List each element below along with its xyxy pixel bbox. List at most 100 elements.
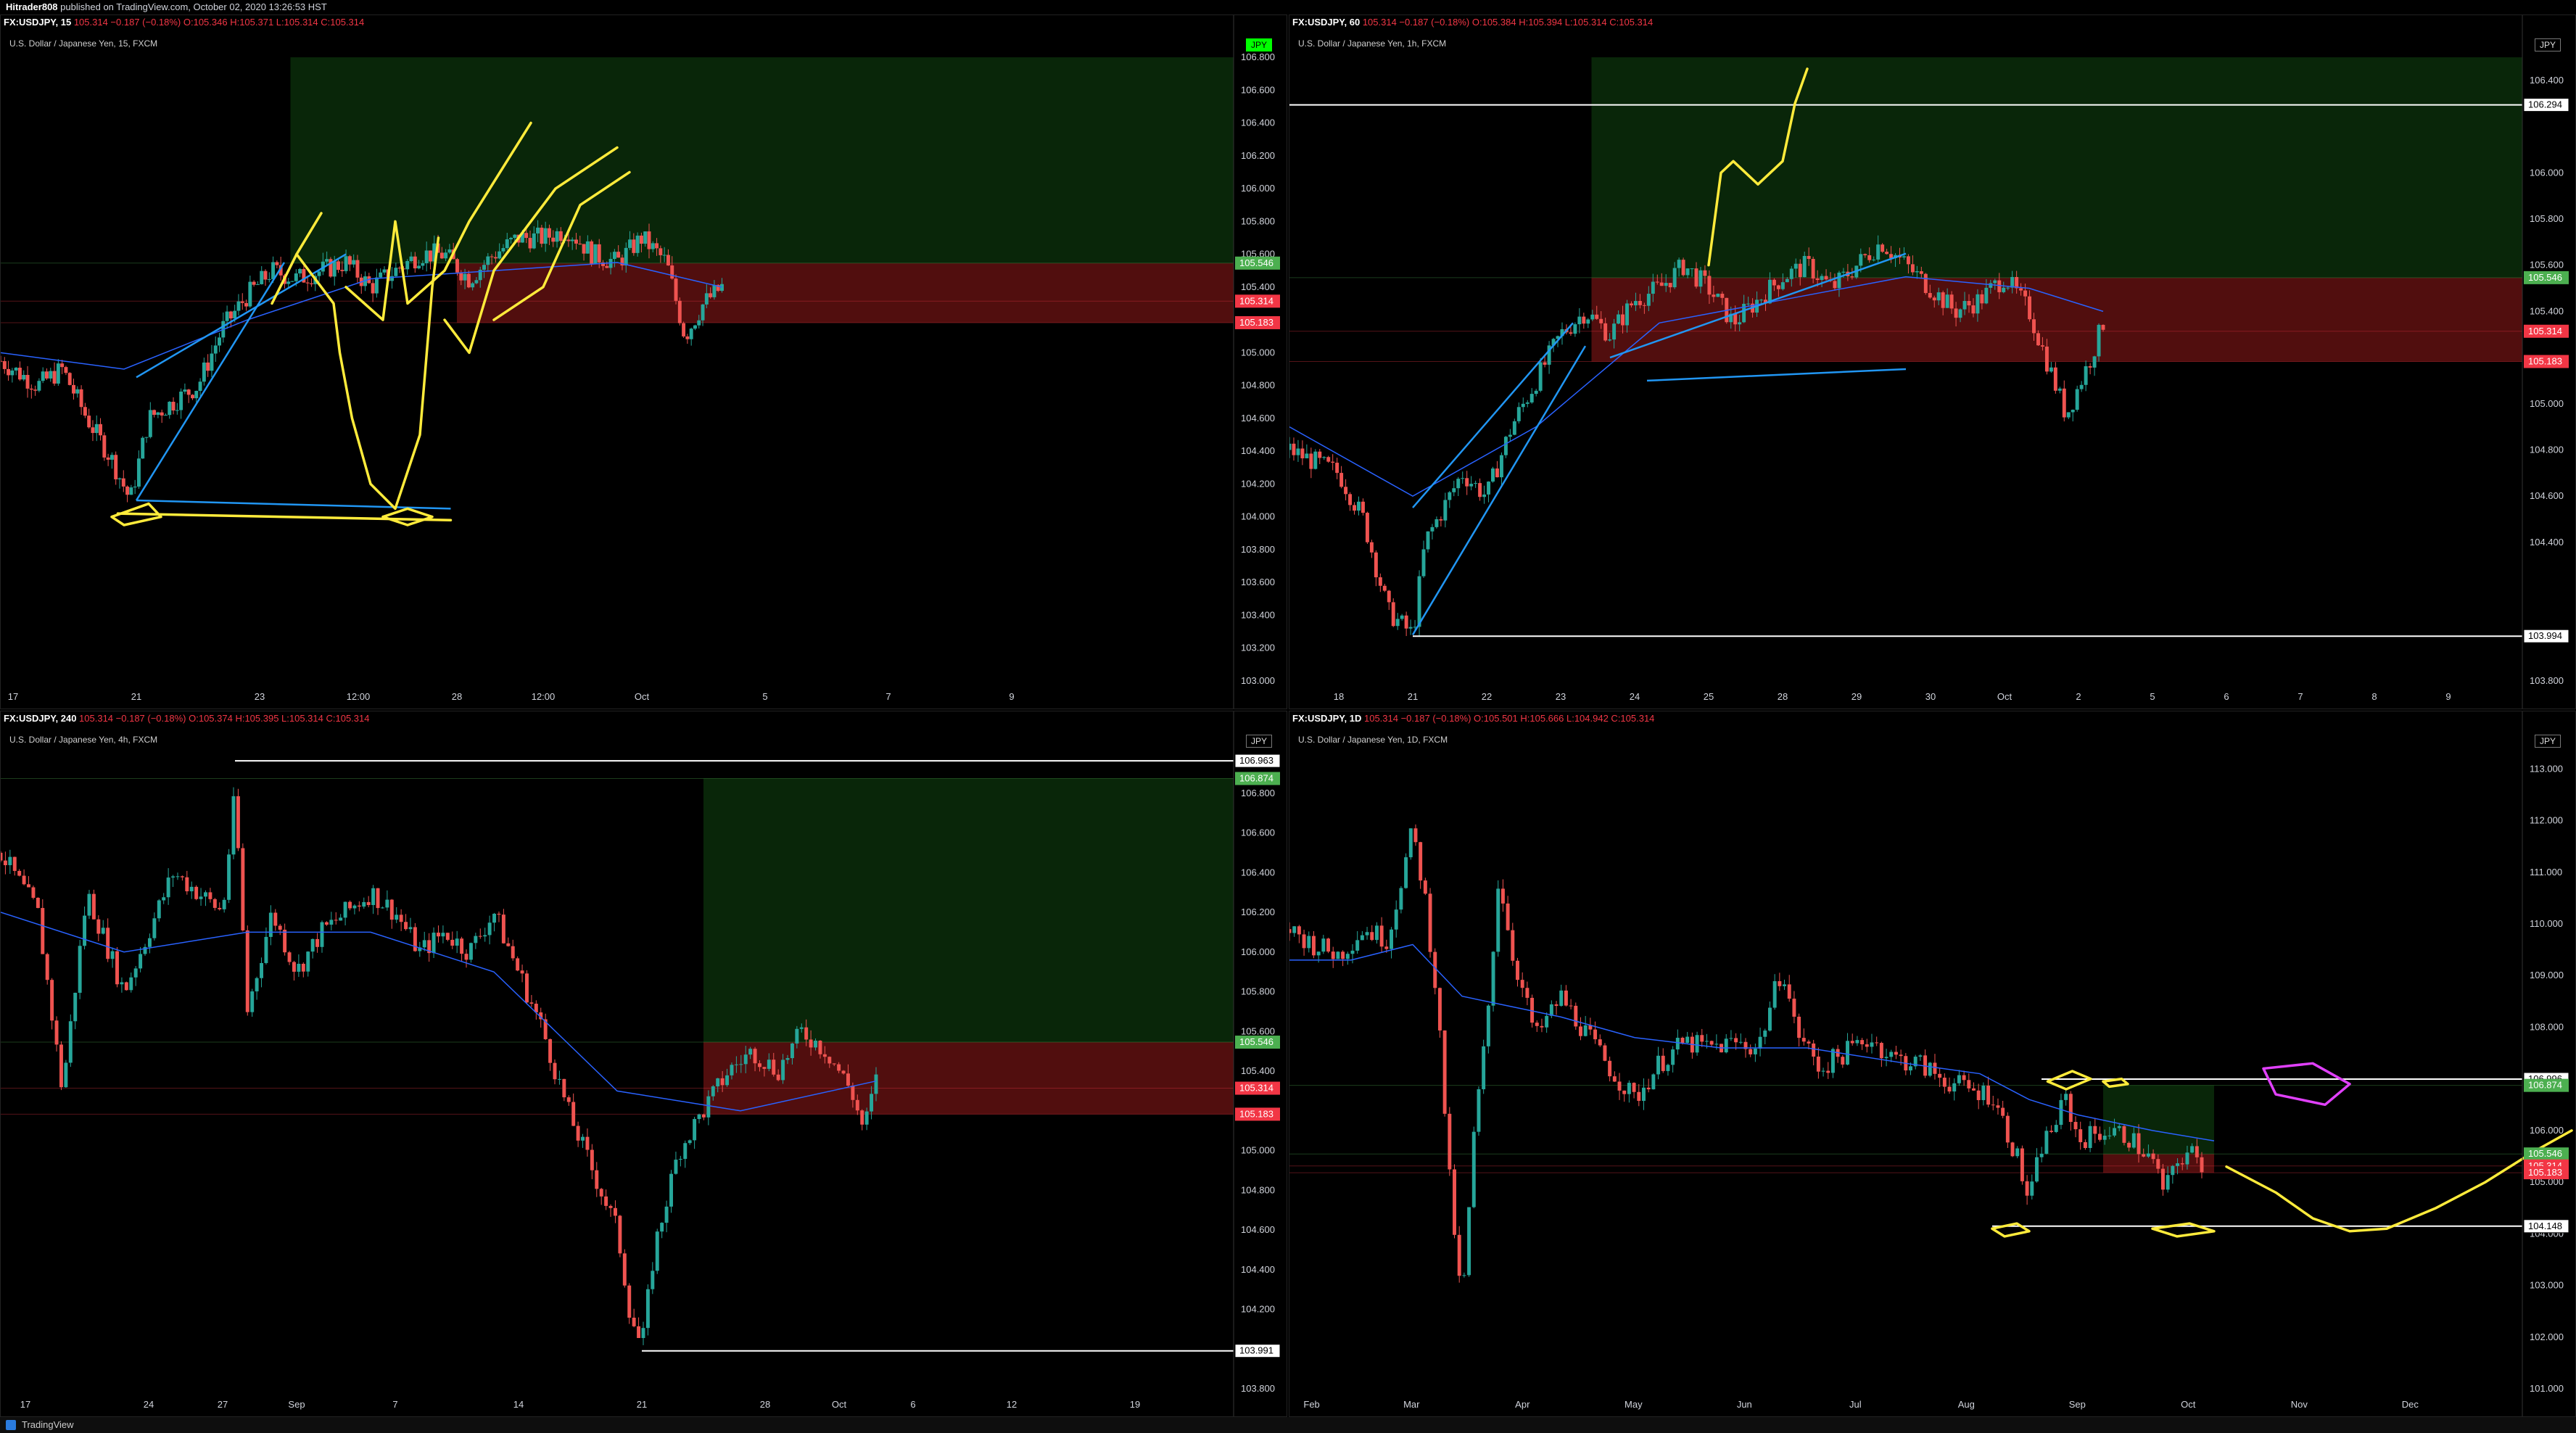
candle [1456,479,1461,489]
publish-header: Hitrader808 published on TradingView.com… [0,0,2576,15]
trendline[interactable] [1646,368,1907,382]
candle [1772,279,1776,286]
freehand-drawing[interactable] [2262,1062,2351,1107]
candle [231,796,236,855]
freehand-drawing[interactable] [2151,1222,2216,1238]
chart-panel-h4[interactable]: 106.800 106.600 106.400 106.200 106.000 105.8… [0,711,1287,1417]
candle [1962,1075,1966,1081]
candle [1569,1005,1573,1007]
candle [1685,1036,1690,1044]
currency-badge[interactable]: JPY [2534,735,2561,748]
currency-badge[interactable]: JPY [1245,735,1272,748]
freehand-drawing[interactable] [2102,1077,2129,1089]
chart-panel-d1[interactable]: 113.000 112.000 111.000 110.000 109.000 108.0… [1289,711,2576,1417]
candle [389,899,394,920]
candle [204,892,207,897]
target-zone [703,778,1234,1043]
chart-canvas[interactable]: 113.000 112.000 111.000 110.000 109.000 108.0… [1289,711,2576,1417]
stop-zone [457,263,1234,323]
candle [1672,268,1677,288]
candle [822,1054,827,1057]
candle [1603,1045,1607,1061]
candle [730,1065,734,1075]
candle [799,1027,804,1029]
candle [1957,1075,1961,1083]
candle [758,1063,761,1067]
freehand-drawing[interactable] [1991,1222,2031,1238]
candle [1859,254,1863,266]
candle [175,410,179,411]
candle [837,1064,841,1071]
currency-badge[interactable]: JPY [2534,38,2561,51]
freehand-drawing[interactable] [116,512,453,521]
candle [582,244,586,254]
chart-panel-h1[interactable]: 106.400 106.000 105.800 105.600 105.400 105.0… [1289,15,2576,709]
time-tick-label: 29 [1852,691,1862,702]
candle [191,395,194,399]
candle [1477,1089,1481,1132]
freehand-drawing[interactable] [381,507,434,526]
candle [278,925,282,930]
candle [1826,1070,1830,1073]
candle [1621,314,1625,326]
price-label-text: 106.963 [1239,755,1273,766]
price-tick-label: 109.000 [2530,970,2564,980]
candle [1720,294,1725,298]
candle [206,362,210,371]
candle [1467,1207,1471,1276]
currency-badge[interactable]: JPY [1245,38,1272,51]
price-tick-label: 103.600 [1241,577,1275,587]
candle [1993,280,1997,284]
chart-canvas[interactable]: 106.400 106.000 105.800 105.600 105.400 105.0… [1289,15,2576,709]
candle [1491,468,1495,482]
candle [2019,288,2023,291]
freehand-drawing[interactable] [2225,1129,2573,1233]
candle [1543,362,1547,365]
ohlc-readout: 105.314 −0.187 (−0.18%) O:105.501 H:105.… [1361,713,1655,724]
candle [557,1078,561,1080]
candle [1664,283,1668,286]
trendline[interactable] [1411,345,1587,635]
candle [2006,287,2010,289]
candle [194,391,199,399]
trendline[interactable] [135,262,286,501]
price-tick-label: 106.600 [1241,827,1275,838]
candle [366,901,371,905]
time-tick-label: 23 [1556,691,1566,702]
candle [1980,294,1984,304]
candle [1700,1035,1704,1042]
candle [651,243,655,249]
chart-panel-m15[interactable]: 106.800 106.600 106.400 106.200 106.000 105.8… [0,15,1287,709]
candle [1442,1030,1447,1114]
candle [1630,303,1633,306]
candle [1608,339,1612,341]
trendline[interactable] [136,499,451,510]
candle [1313,451,1318,469]
price-label-text: 105.183 [1239,1108,1273,1119]
time-tick-label: 28 [760,1399,770,1410]
freehand-drawing[interactable] [2046,1070,2092,1091]
price-tick-label: 105.000 [1241,347,1275,358]
candle [382,269,387,273]
candle [716,1078,720,1086]
price-tick-label: 104.600 [1241,1224,1275,1235]
candle [655,1231,659,1271]
time-tick-label: 6 [2224,691,2229,702]
chart-canvas[interactable]: 106.800 106.600 106.400 106.200 106.000 105.8… [1,15,1287,709]
candle [2039,1153,2044,1157]
price-tick-label: 106.800 [1241,51,1275,62]
trendline[interactable] [136,253,347,379]
candle [585,1136,590,1150]
candle [1448,492,1452,500]
chart-canvas[interactable]: 106.800 106.600 106.400 106.200 106.000 105.8… [1,711,1287,1417]
time-tick-label: Sep [288,1399,305,1410]
candle [1348,494,1353,505]
price-tick-label: 104.000 [1241,511,1275,522]
candle [68,1021,73,1063]
candle [1499,455,1503,478]
candle [1554,1004,1559,1006]
price-tick-label: 104.200 [1241,1304,1275,1315]
candle [156,412,160,416]
candle [474,280,479,284]
price-tick-label: 106.200 [1241,150,1275,161]
